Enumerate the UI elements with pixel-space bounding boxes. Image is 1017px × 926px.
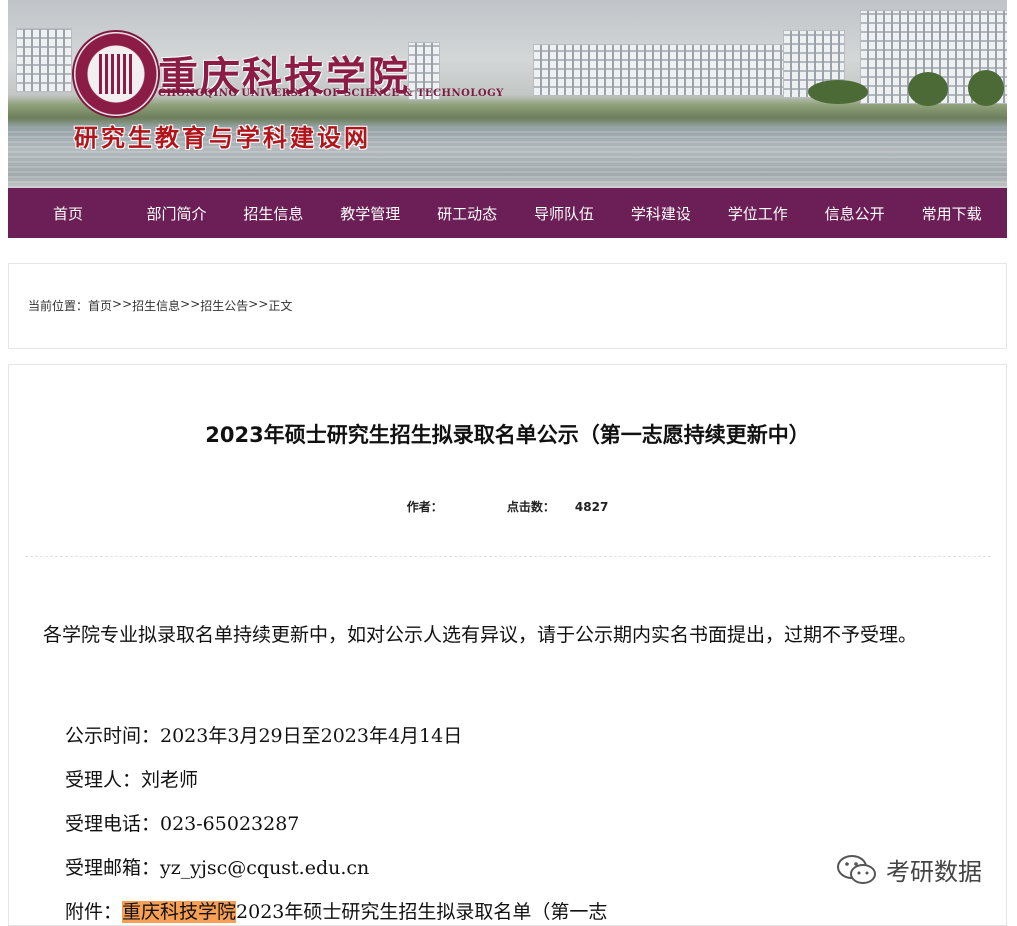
- divider: [25, 556, 991, 557]
- nav-item-disclosure[interactable]: 信息公开: [806, 203, 903, 224]
- breadcrumb-separator: >>: [180, 297, 201, 311]
- breadcrumb-admissions[interactable]: 招生信息: [132, 297, 180, 314]
- watermark: 考研数据: [836, 852, 982, 887]
- article-meta: 作者： 点击数： 4827: [9, 498, 1006, 515]
- header-banner: 重庆科技学院 CHONGQING UNIVERSITY OF SCIENCE &…: [8, 0, 1007, 188]
- clicks-count: 4827: [574, 500, 609, 514]
- nav-item-department[interactable]: 部门简介: [128, 203, 225, 224]
- nav-item-disciplines[interactable]: 学科建设: [612, 203, 709, 224]
- notice-time: 公示时间：2023年3月29日至2023年4月14日: [65, 725, 463, 747]
- author-label: 作者：: [406, 500, 443, 514]
- breadcrumb-current: 正文: [268, 299, 293, 313]
- contact-person: 受理人：刘老师: [65, 769, 199, 791]
- breadcrumb-label: 当前位置：: [28, 299, 89, 313]
- breadcrumb-announcements[interactable]: 招生公告: [200, 297, 248, 314]
- tree-image: [908, 72, 948, 106]
- article-panel: 2023年硕士研究生招生拟录取名单公示（第一志愿持续更新中） 作者： 点击数： 4…: [8, 364, 1007, 926]
- nav-item-home[interactable]: 首页: [8, 203, 128, 224]
- contact-email: 受理邮箱：yz_yjsc@cqust.edu.cn: [65, 857, 370, 879]
- contact-phone: 受理电话：023-65023287: [65, 813, 300, 835]
- nav-item-downloads[interactable]: 常用下载: [903, 203, 1000, 224]
- nav-item-news[interactable]: 研工动态: [419, 203, 516, 224]
- nav-item-degrees[interactable]: 学位工作: [709, 203, 806, 224]
- university-logo: [72, 30, 160, 118]
- site-title: 研究生教育与学科建设网: [74, 123, 371, 152]
- university-name-en: CHONGQING UNIVERSITY OF SCIENCE & TECHNO…: [158, 88, 504, 99]
- wechat-icon: [837, 854, 876, 884]
- article-paragraph: 各学院专业拟录取名单持续更新中，如对公示人选有异议，请于公示期内实名书面提出，过…: [43, 624, 918, 646]
- breadcrumb-separator: >>: [112, 297, 133, 311]
- main-nav: 首页 部门简介 招生信息 教学管理 研工动态 导师队伍 学科建设 学位工作 信息…: [8, 188, 1007, 238]
- breadcrumb-panel: 当前位置： 首页 >> 招生信息 >> 招生公告 >> 正文: [8, 263, 1007, 349]
- building-image: [533, 44, 785, 96]
- attachment-link-highlight[interactable]: 重庆科技学院: [122, 901, 237, 923]
- clicks-label: 点击数：: [506, 500, 555, 514]
- attachment-line: 附件：重庆科技学院2023年硕士研究生招生拟录取名单（第一志: [65, 897, 607, 924]
- nav-item-teaching[interactable]: 教学管理: [322, 203, 419, 224]
- breadcrumb-separator: >>: [248, 297, 269, 311]
- nav-item-supervisors[interactable]: 导师队伍: [516, 203, 613, 224]
- attachment-label: 附件：: [65, 901, 123, 923]
- attachment-link-text[interactable]: 2023年硕士研究生招生拟录取名单（第一志: [236, 901, 607, 923]
- breadcrumb: 当前位置： 首页 >> 招生信息 >> 招生公告 >> 正文: [28, 297, 292, 314]
- nav-item-admissions[interactable]: 招生信息: [225, 203, 322, 224]
- article-title: 2023年硕士研究生招生拟录取名单公示（第一志愿持续更新中）: [205, 423, 810, 447]
- watermark-text: 考研数据: [886, 858, 982, 886]
- building-image: [16, 28, 72, 92]
- tree-image: [968, 70, 1004, 106]
- tree-image: [808, 80, 868, 104]
- breadcrumb-home[interactable]: 首页: [88, 297, 112, 314]
